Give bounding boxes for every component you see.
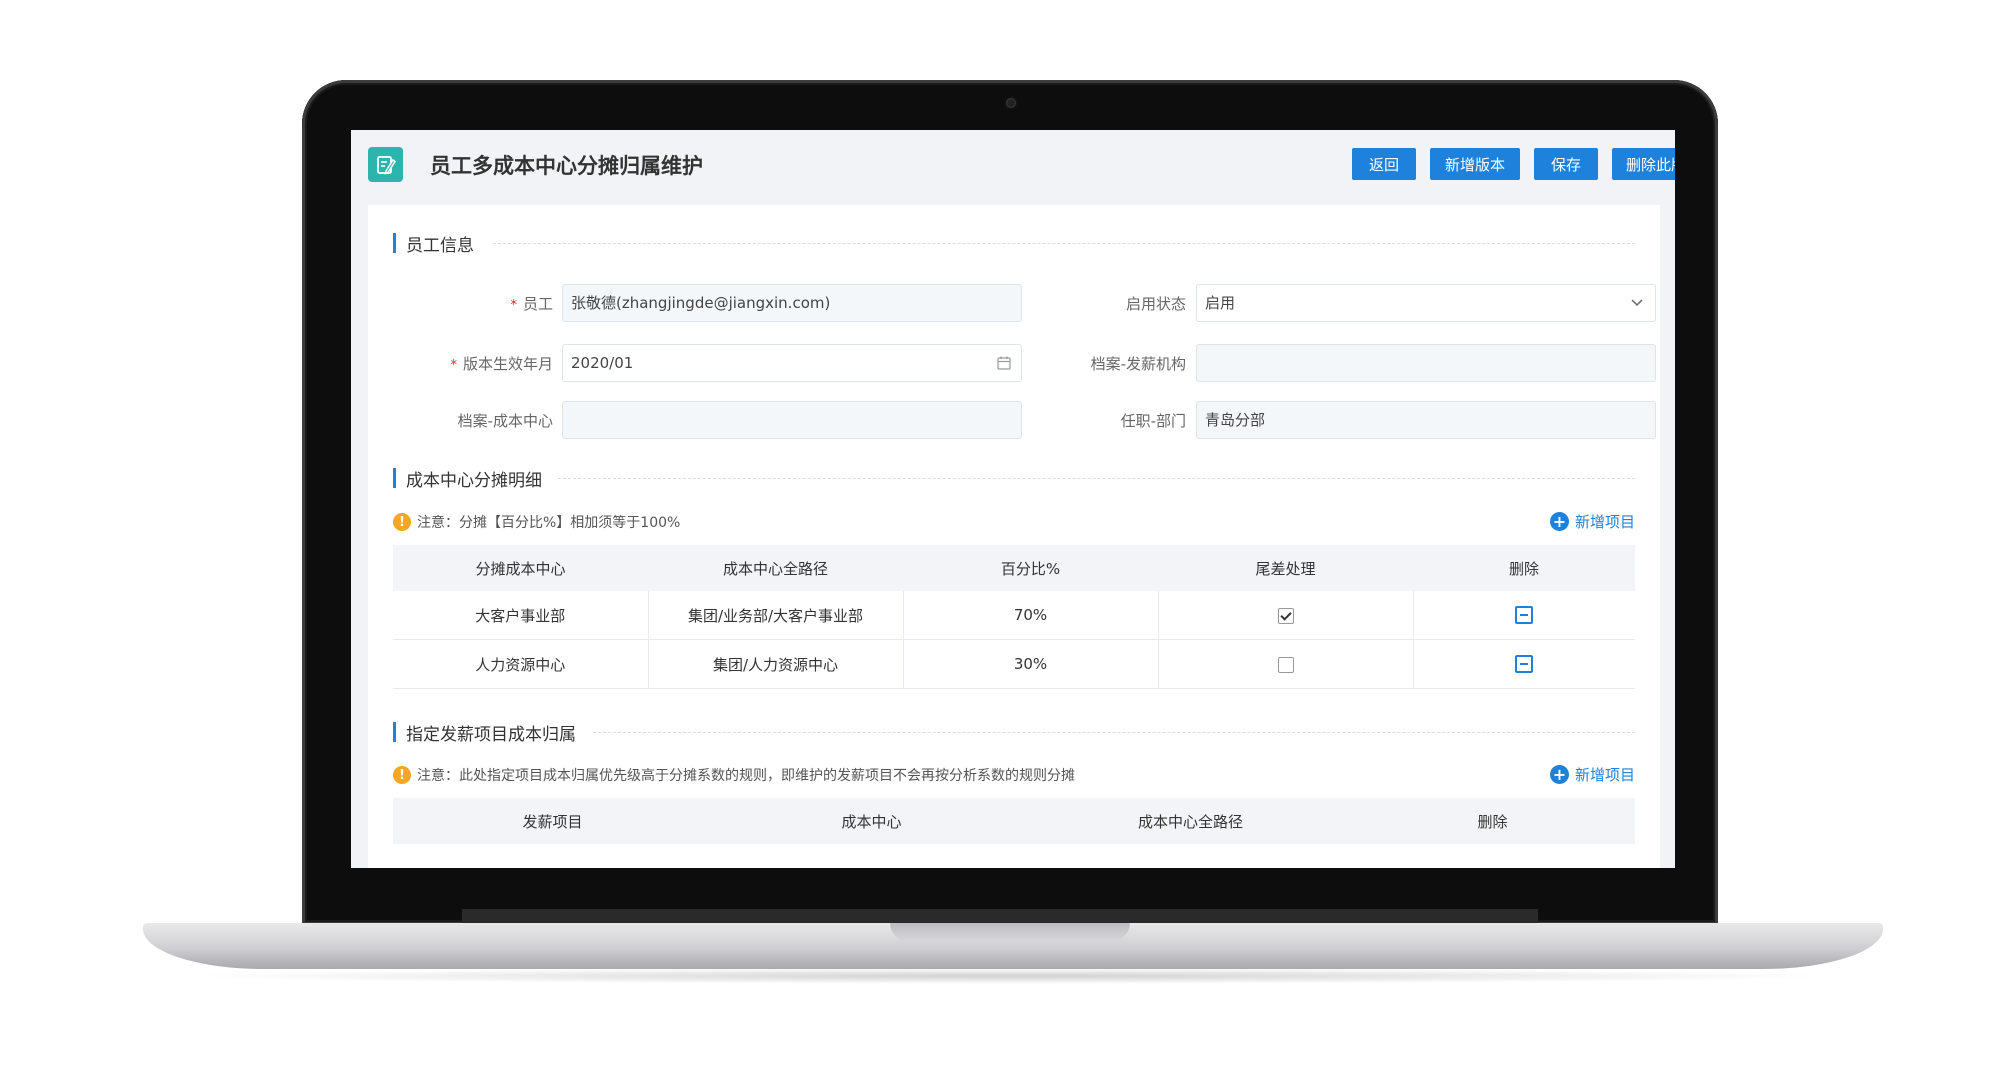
calendar-icon[interactable] xyxy=(997,356,1011,370)
table-header-row: 发薪项目 成本中心 成本中心全路径 删除 xyxy=(393,798,1635,844)
tail-checkbox[interactable] xyxy=(1277,607,1294,624)
cost-center-cell: 大客户事业部 xyxy=(393,591,649,640)
app-screen: 员工多成本中心分摊归属维护 返回 新增版本 保存 删除此版本 员工信息 *员工 … xyxy=(351,130,1675,868)
content-panel: 员工信息 * 员工 张敬德(zhangjingde@jiangxin.com) 启… xyxy=(368,205,1660,868)
laptop-shadow xyxy=(180,968,1840,984)
tail-cell xyxy=(1158,639,1414,689)
column-header: 成本中心全路径 xyxy=(648,545,903,591)
new-version-button[interactable]: 新增版本 xyxy=(1430,148,1520,180)
section-divider xyxy=(493,243,1635,244)
effective-month-label: * 版本生效年月 xyxy=(450,355,553,373)
chevron-down-icon xyxy=(1631,299,1643,307)
column-header: 分摊成本中心 xyxy=(393,545,648,591)
plus-circle-icon: + xyxy=(1550,512,1569,531)
allocation-notice: ! 注意：分摊【百分比%】相加须等于100% xyxy=(393,512,680,532)
delete-cell xyxy=(1413,639,1635,689)
plus-circle-icon: + xyxy=(1550,765,1569,784)
department-field[interactable]: 青岛分部 xyxy=(1196,401,1656,439)
pay-org-field[interactable] xyxy=(1196,344,1656,382)
tail-cell xyxy=(1158,591,1414,640)
warning-icon: ! xyxy=(393,513,411,531)
path-cell: 集团/人力资源中心 xyxy=(648,639,904,689)
delete-row-icon[interactable] xyxy=(1515,606,1534,625)
effective-month-input[interactable]: 2020/01 xyxy=(562,344,1022,382)
page-header: 员工多成本中心分摊归属维护 返回 新增版本 保存 删除此版本 xyxy=(351,130,1675,205)
status-label: 启用状态 xyxy=(1125,295,1186,313)
column-header: 删除 xyxy=(1413,545,1635,591)
delete-cell xyxy=(1413,591,1635,640)
pay-item-notice: ! 注意：此处指定项目成本归属优先级高于分摊系数的规则，即维护的发薪项目不会再按… xyxy=(393,765,1075,785)
section-divider xyxy=(593,732,1635,733)
section-marker xyxy=(393,233,396,253)
section-marker xyxy=(393,468,396,488)
path-cell: 集团/业务部/大客户事业部 xyxy=(648,591,904,640)
cost-center-cell: 人力资源中心 xyxy=(393,639,649,689)
status-select[interactable]: 启用 xyxy=(1196,284,1656,322)
save-button[interactable]: 保存 xyxy=(1534,148,1598,180)
edit-document-icon xyxy=(368,147,403,182)
table-header-row: 分摊成本中心 成本中心全路径 百分比% 尾差处理 删除 xyxy=(393,545,1635,591)
allocation-table: 分摊成本中心 成本中心全路径 百分比% 尾差处理 删除 大客户事业部 集团/业务… xyxy=(393,545,1635,689)
column-header: 成本中心全路径 xyxy=(1031,798,1350,844)
warning-icon: ! xyxy=(393,766,411,784)
add-allocation-button[interactable]: + 新增项目 xyxy=(1550,511,1635,532)
column-header: 发薪项目 xyxy=(393,798,712,844)
employee-field[interactable]: 张敬德(zhangjingde@jiangxin.com) xyxy=(562,284,1022,322)
column-header: 删除 xyxy=(1350,798,1635,844)
pay-item-table: 发薪项目 成本中心 成本中心全路径 删除 xyxy=(393,798,1635,844)
table-row: 人力资源中心 集团/人力资源中心 30% xyxy=(393,639,1635,689)
back-button[interactable]: 返回 xyxy=(1352,148,1416,180)
laptop-notch xyxy=(890,923,1130,941)
column-header: 百分比% xyxy=(903,545,1158,591)
column-header: 成本中心 xyxy=(712,798,1031,844)
section-divider xyxy=(558,478,1635,479)
section-title-employee: 员工信息 xyxy=(393,232,474,256)
percent-cell[interactable]: 70% xyxy=(903,591,1159,640)
section-marker xyxy=(393,722,396,742)
page-title: 员工多成本中心分摊归属维护 xyxy=(430,154,703,178)
percent-cell[interactable]: 30% xyxy=(903,639,1159,689)
section-title-allocation: 成本中心分摊明细 xyxy=(393,467,542,491)
cost-center-label: 档案-成本中心 xyxy=(457,412,553,430)
pay-org-label: 档案-发薪机构 xyxy=(1090,355,1186,373)
add-pay-item-button[interactable]: + 新增项目 xyxy=(1550,764,1635,785)
delete-version-button[interactable]: 删除此版本 xyxy=(1612,148,1675,180)
column-header: 尾差处理 xyxy=(1158,545,1413,591)
section-title-pay-item: 指定发薪项目成本归属 xyxy=(393,721,576,745)
delete-row-icon[interactable] xyxy=(1515,655,1534,674)
cost-center-field[interactable] xyxy=(562,401,1022,439)
camera-icon xyxy=(1006,98,1016,108)
table-row: 大客户事业部 集团/业务部/大客户事业部 70% xyxy=(393,591,1635,640)
department-label: 任职-部门 xyxy=(1120,412,1186,430)
tail-checkbox[interactable] xyxy=(1277,656,1294,673)
employee-label: * 员工 xyxy=(510,295,553,313)
